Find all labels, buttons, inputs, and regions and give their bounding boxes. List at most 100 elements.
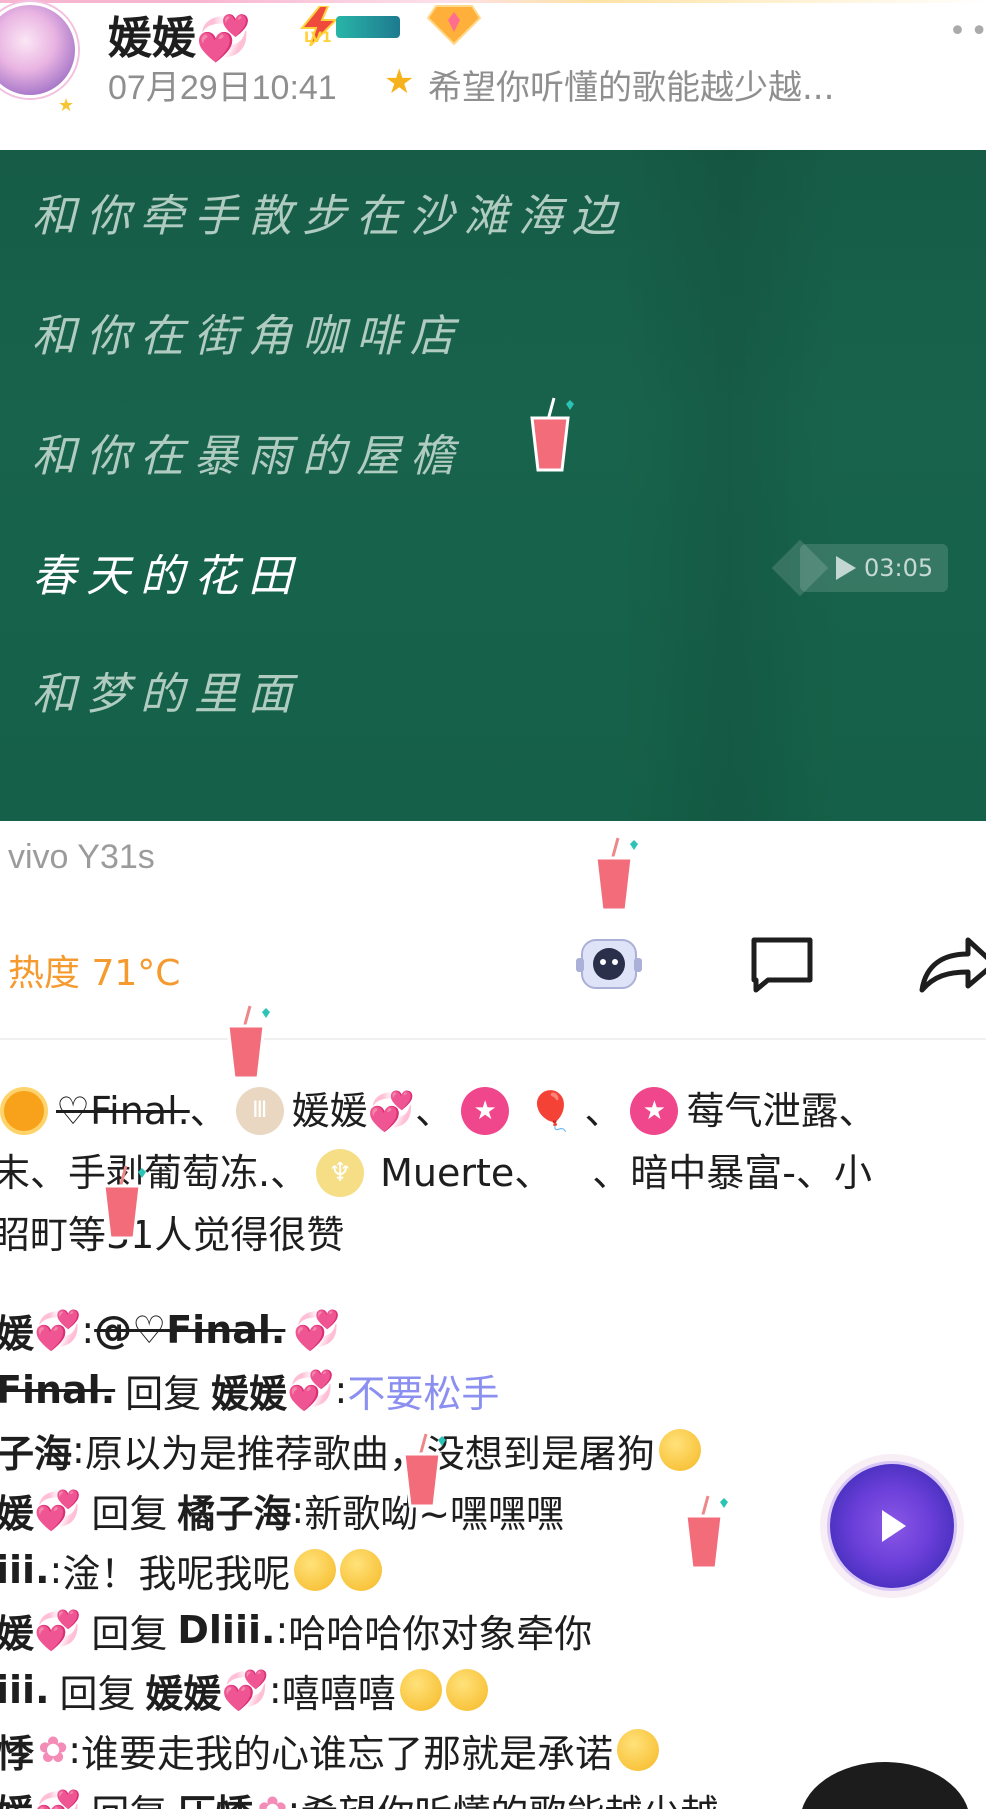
video-player[interactable]: 和你牵手散步在沙滩海边 和你在街角咖啡店 和你在暴雨的屋檐 春天的花田 和梦的里…: [0, 150, 986, 821]
colon: :: [291, 1488, 305, 1532]
reply-target[interactable]: 媛媛: [146, 1663, 222, 1718]
heart-emoji-icon: 💞: [293, 1307, 341, 1352]
liker-avatar[interactable]: [0, 1087, 48, 1135]
heart-emoji-icon: 💞: [196, 13, 251, 64]
heart-emoji-icon: 💞: [221, 1667, 269, 1712]
reply-target[interactable]: 媛媛: [211, 1363, 287, 1418]
liker-avatar[interactable]: ♆: [316, 1149, 365, 1197]
lyric-line: 和你牵手散步在沙滩海边: [32, 191, 626, 242]
flower-emoji-icon: ✿: [257, 1790, 287, 1809]
comment-mention[interactable]: @♡Final.: [94, 1308, 285, 1352]
comment-text: 希望你听懂的歌能越少越: [300, 1783, 718, 1809]
heart-emoji-icon: 💞: [367, 1089, 416, 1133]
reply-word: 回复: [91, 1491, 168, 1536]
comment-row[interactable]: 子海 : 原以为是推荐歌曲，没想到是屠狗: [0, 1420, 986, 1480]
comment-author[interactable]: 媛: [0, 1603, 34, 1658]
comment-author[interactable]: iii.: [0, 1548, 50, 1592]
colon: :: [81, 1308, 95, 1352]
liker-avatar[interactable]: ★: [461, 1087, 510, 1135]
liker-name[interactable]: 莓气泄露: [686, 1079, 838, 1143]
liker-name[interactable]: 媛媛: [292, 1079, 368, 1143]
liker-names[interactable]: 末、手剥葡萄冻.、: [0, 1141, 308, 1205]
level-bar: [336, 16, 400, 38]
drink-sticker-icon: [594, 837, 638, 912]
reply-target[interactable]: 压悸: [177, 1783, 253, 1809]
lyric-line-current: 春天的花田: [32, 551, 302, 602]
liker-name[interactable]: Muerte、: [380, 1141, 552, 1205]
play-icon: [836, 556, 856, 580]
more-options-icon[interactable]: ••: [949, 14, 986, 49]
heat-indicator: 热度 71°C: [8, 953, 181, 994]
level-label: LV1: [304, 30, 332, 46]
comment-author[interactable]: Final.: [0, 1368, 115, 1412]
post-timestamp: 07月29日10:41: [108, 69, 337, 107]
colon: :: [334, 1368, 348, 1412]
comment-text: 哈哈哈你对象牵你: [288, 1611, 593, 1656]
post-author-name[interactable]: 媛媛💞: [108, 2, 251, 66]
colon: :: [49, 1548, 63, 1592]
adoring-emoji-icon: [294, 1549, 337, 1591]
lyric-line: 和你在暴雨的屋檐: [32, 431, 464, 482]
likes-line: ♡Final. 、 Ⅲ 媛媛 💞 、 ★ 🎈 、 ★ 莓气泄露 、: [0, 1080, 986, 1142]
reply-target[interactable]: 橘子海: [177, 1483, 291, 1538]
liker-name[interactable]: ♡Final.: [56, 1079, 190, 1143]
play-icon: [882, 1510, 906, 1542]
hug-emoji-icon: [445, 1669, 488, 1711]
reply-word: 回复: [91, 1611, 168, 1656]
comment-icon[interactable]: [748, 934, 816, 994]
comment-author[interactable]: 媛: [0, 1783, 34, 1809]
liker-avatar[interactable]: Ⅲ: [235, 1087, 284, 1135]
reply-word: 回复: [125, 1371, 202, 1416]
liker-names[interactable]: 、暗中暴富-、小: [592, 1141, 872, 1205]
comment-row[interactable]: iii. 回复 媛媛 💞 : 嘻嘻嘻: [0, 1660, 986, 1720]
reply-word: 回复: [91, 1783, 167, 1809]
comment-author[interactable]: iii.: [0, 1668, 50, 1712]
comment-text: 原以为是推荐歌曲，没想到是屠狗: [84, 1431, 655, 1476]
separator: 、: [838, 1089, 877, 1133]
colon: :: [275, 1608, 289, 1652]
drink-sticker-icon: [102, 1165, 146, 1240]
user-avatar[interactable]: [0, 2, 78, 98]
heart-emoji-icon: 💞: [34, 1607, 82, 1652]
liker-avatar[interactable]: ★: [630, 1087, 679, 1135]
comment-author[interactable]: 媛: [0, 1303, 34, 1358]
lyric-line: 和梦的里面: [32, 669, 302, 720]
robot-icon[interactable]: [574, 932, 644, 996]
heart-emoji-icon: 💞: [34, 1487, 82, 1532]
colon: :: [68, 1728, 81, 1772]
video-duration-pill[interactable]: 03:05: [800, 544, 948, 592]
comment-author[interactable]: 媛: [0, 1483, 34, 1538]
adoring-emoji-icon: [340, 1549, 383, 1591]
drink-sticker-icon: [530, 397, 574, 472]
colon: :: [268, 1668, 282, 1712]
share-icon[interactable]: [918, 930, 986, 998]
comment-row[interactable]: 媛 💞 回复 Dliii. : 哈哈哈你对象牵你: [0, 1600, 986, 1660]
video-duration: 03:05: [864, 554, 934, 582]
comment-text: 不要松手: [347, 1371, 500, 1416]
drink-sticker-icon: [226, 1005, 270, 1080]
diamond-icon: [426, 5, 482, 46]
comment-row[interactable]: 媛 💞 : @♡Final. 💞: [0, 1300, 986, 1360]
avatar-star-icon: ★: [58, 95, 75, 116]
level-badge: LV1: [296, 6, 406, 46]
reply-word: 回复: [59, 1671, 136, 1716]
comment-row[interactable]: Final. 回复 媛媛 💞 : 不要松手: [0, 1360, 986, 1420]
hug-emoji-icon: [399, 1669, 442, 1711]
separator: 、: [415, 1089, 454, 1133]
status-star-icon: ★: [384, 62, 415, 102]
comment-text: 嘻嘻嘻: [281, 1671, 396, 1716]
heart-emoji-icon: 💞: [34, 1788, 81, 1809]
separator: 、: [189, 1089, 228, 1133]
section-divider: [0, 1038, 986, 1040]
comment-author[interactable]: 悸: [0, 1723, 34, 1778]
post-status-text: 希望你听懂的歌能越少越...: [428, 68, 835, 108]
comment-author[interactable]: 子海: [0, 1423, 72, 1478]
reply-target[interactable]: Dliii.: [177, 1608, 275, 1652]
comment-text: 淦！我呢我呢: [62, 1551, 291, 1596]
heart-emoji-icon: 💞: [287, 1367, 335, 1412]
flower-emoji-icon: ✿: [38, 1729, 69, 1771]
balloon-icon: 🎈: [527, 1089, 575, 1133]
colon: :: [72, 1428, 85, 1472]
drink-sticker-icon: [402, 1433, 446, 1508]
colon: :: [288, 1788, 301, 1809]
